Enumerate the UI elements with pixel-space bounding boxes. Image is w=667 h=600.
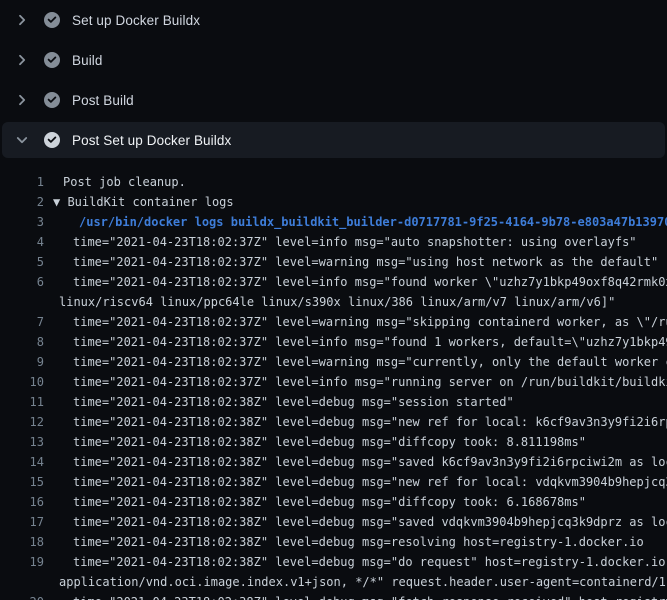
log-line-number[interactable]: 7 — [0, 312, 44, 332]
log-line-number[interactable]: 20 — [0, 592, 44, 600]
log-line-number[interactable]: 10 — [0, 372, 44, 392]
log-line: application/vnd.oci.image.index.v1+json,… — [0, 572, 667, 592]
step-row[interactable]: Set up Docker Buildx — [0, 0, 667, 40]
chevron-right-icon[interactable] — [14, 52, 30, 68]
log-line-text: time="2021-04-23T18:02:37Z" level=warnin… — [73, 312, 667, 332]
log-line-number[interactable]: 11 — [0, 392, 44, 412]
step-row[interactable]: Post Build — [0, 80, 667, 120]
log-line-number[interactable]: 2 — [0, 192, 44, 212]
log-line-number[interactable]: 19 — [0, 552, 44, 572]
log-line: 16 time="2021-04-23T18:02:38Z" level=deb… — [0, 492, 667, 512]
log-line-text: time="2021-04-23T18:02:38Z" level=debug … — [73, 532, 644, 552]
log-line-number — [0, 572, 44, 592]
log-line-text: time="2021-04-23T18:02:37Z" level=info m… — [73, 232, 637, 252]
log-line-number[interactable]: 15 — [0, 472, 44, 492]
log-line: 10 time="2021-04-23T18:02:37Z" level=inf… — [0, 372, 667, 392]
log-line-number[interactable]: 17 — [0, 512, 44, 532]
log-line: 14 time="2021-04-23T18:02:38Z" level=deb… — [0, 452, 667, 472]
log-line: 5 time="2021-04-23T18:02:37Z" level=warn… — [0, 252, 667, 272]
log-line-number[interactable]: 16 — [0, 492, 44, 512]
log-line: 19 time="2021-04-23T18:02:38Z" level=deb… — [0, 552, 667, 572]
log-line: 8 time="2021-04-23T18:02:37Z" level=info… — [0, 332, 667, 352]
chevron-right-icon[interactable] — [14, 12, 30, 28]
log-line-number — [0, 292, 44, 312]
log-line: 2 ▼ BuildKit container logs — [0, 192, 667, 212]
log-line-text: /usr/bin/docker logs buildx_buildkit_bui… — [79, 212, 667, 232]
check-circle-icon — [44, 52, 60, 68]
log-line: 1 Post job cleanup. — [0, 172, 667, 192]
log-line: 15 time="2021-04-23T18:02:38Z" level=deb… — [0, 472, 667, 492]
log-line-number[interactable]: 4 — [0, 232, 44, 252]
log-line-number[interactable]: 3 — [0, 212, 44, 232]
log-line-number[interactable]: 9 — [0, 352, 44, 372]
log-viewer: 1 Post job cleanup. 2 ▼ BuildKit contain… — [0, 160, 667, 600]
log-line-text: time="2021-04-23T18:02:38Z" level=debug … — [73, 552, 667, 572]
log-line: 11 time="2021-04-23T18:02:38Z" level=deb… — [0, 392, 667, 412]
step-title: Build — [72, 53, 103, 68]
check-circle-icon — [44, 12, 60, 28]
chevron-down-icon[interactable] — [14, 132, 30, 148]
log-line: 4 time="2021-04-23T18:02:37Z" level=info… — [0, 232, 667, 252]
log-line-text: linux/riscv64 linux/ppc64le linux/s390x … — [59, 292, 615, 312]
log-line: 13 time="2021-04-23T18:02:38Z" level=deb… — [0, 432, 667, 452]
check-circle-icon — [44, 132, 60, 148]
step-row[interactable]: Build — [0, 40, 667, 80]
step-title: Set up Docker Buildx — [72, 13, 200, 28]
log-line: 3 /usr/bin/docker logs buildx_buildkit_b… — [0, 212, 667, 232]
check-circle-icon — [44, 92, 60, 108]
log-line-number[interactable]: 13 — [0, 432, 44, 452]
log-line: 20 time="2021-04-23T18:02:38Z" level=deb… — [0, 592, 667, 600]
step-row[interactable]: Post Set up Docker Buildx — [2, 122, 665, 158]
log-line-text: Post job cleanup. — [63, 172, 186, 192]
log-line: 17 time="2021-04-23T18:02:38Z" level=deb… — [0, 512, 667, 532]
log-line-text: time="2021-04-23T18:02:38Z" level=debug … — [73, 392, 514, 412]
log-line-text: time="2021-04-23T18:02:38Z" level=debug … — [73, 412, 667, 432]
log-line-text: time="2021-04-23T18:02:37Z" level=info m… — [73, 272, 667, 292]
log-line-number[interactable]: 6 — [0, 272, 44, 292]
log-line: 6 time="2021-04-23T18:02:37Z" level=info… — [0, 272, 667, 292]
workflow-steps-list: Set up Docker Buildx Build — [0, 0, 667, 158]
log-line-number[interactable]: 1 — [0, 172, 44, 192]
log-line: 7 time="2021-04-23T18:02:37Z" level=warn… — [0, 312, 667, 332]
log-line-text: application/vnd.oci.image.index.v1+json,… — [59, 572, 667, 592]
log-line-text: time="2021-04-23T18:02:38Z" level=debug … — [73, 492, 586, 512]
log-line-number[interactable]: 14 — [0, 452, 44, 472]
log-line-text: time="2021-04-23T18:02:38Z" level=debug … — [73, 432, 586, 452]
log-line: 9 time="2021-04-23T18:02:37Z" level=warn… — [0, 352, 667, 372]
log-line-text: time="2021-04-23T18:02:37Z" level=info m… — [73, 372, 667, 392]
step-title: Post Build — [72, 93, 134, 108]
log-line: linux/riscv64 linux/ppc64le linux/s390x … — [0, 292, 667, 312]
log-line-number[interactable]: 18 — [0, 532, 44, 552]
log-line-text: time="2021-04-23T18:02:37Z" level=warnin… — [73, 252, 658, 272]
log-line: 18 time="2021-04-23T18:02:38Z" level=deb… — [0, 532, 667, 552]
log-line-text: time="2021-04-23T18:02:38Z" level=debug … — [73, 452, 667, 472]
log-line-number[interactable]: 8 — [0, 332, 44, 352]
log-line-text: time="2021-04-23T18:02:38Z" level=debug … — [73, 512, 667, 532]
log-line: 12 time="2021-04-23T18:02:38Z" level=deb… — [0, 412, 667, 432]
chevron-right-icon[interactable] — [14, 92, 30, 108]
log-line-number[interactable]: 12 — [0, 412, 44, 432]
step-title: Post Set up Docker Buildx — [72, 133, 231, 148]
log-line-number[interactable]: 5 — [0, 252, 44, 272]
log-line-text: time="2021-04-23T18:02:37Z" level=warnin… — [73, 352, 667, 372]
log-group-toggle[interactable]: ▼ BuildKit container logs — [53, 192, 234, 212]
log-line-text: time="2021-04-23T18:02:38Z" level=debug … — [73, 472, 667, 492]
log-line-text: time="2021-04-23T18:02:37Z" level=info m… — [73, 332, 667, 352]
log-line-text: time="2021-04-23T18:02:38Z" level=debug … — [73, 592, 667, 600]
